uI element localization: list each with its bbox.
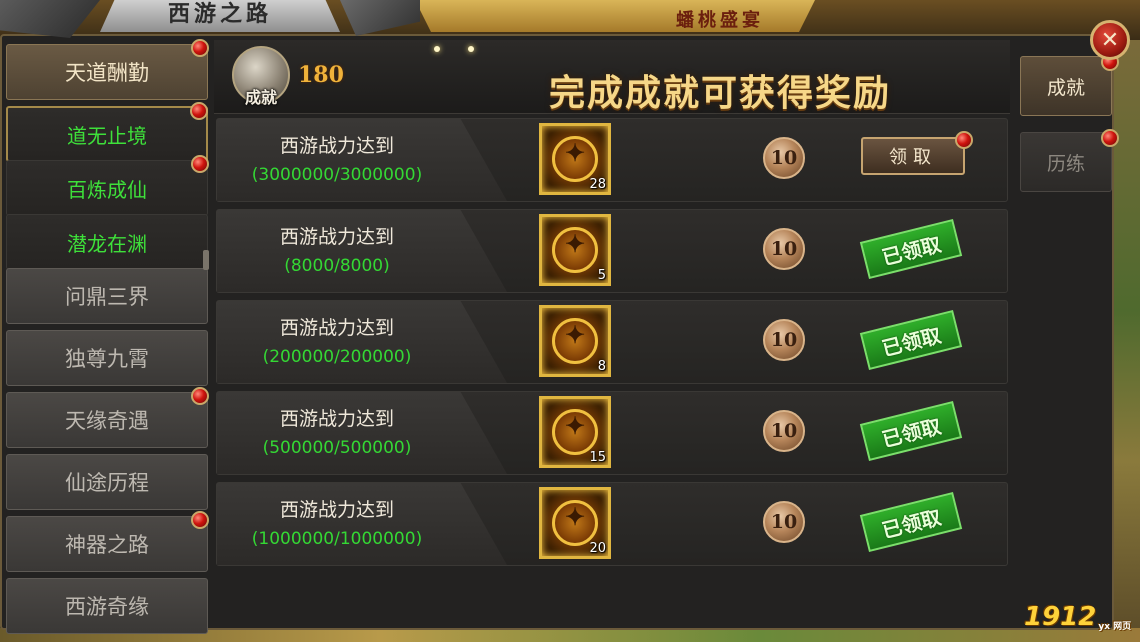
claimed-stamp: 已领取 — [859, 218, 963, 280]
window-title: 西游之路 — [167, 1, 272, 27]
achievement-points: 10 — [770, 147, 798, 169]
achievement-points-coin: 10 — [763, 228, 805, 270]
menu-item[interactable]: 问鼎三界 — [6, 268, 208, 324]
reward-item-slot[interactable]: ✦ 20 — [539, 487, 611, 559]
menu-item[interactable]: 天缘奇遇 — [6, 387, 209, 448]
reward-headline: 完成成就可获得奖励 — [548, 72, 891, 114]
achievement-name: 西游战力达到 — [279, 135, 394, 157]
achievement-score: 180 — [298, 62, 344, 88]
notification-dot-icon — [190, 102, 208, 120]
achievement-progress: (1000000/1000000) — [251, 529, 423, 549]
menu-item[interactable]: 西游奇缘 — [6, 578, 208, 634]
menu-item-label: 百炼成仙 — [67, 177, 147, 202]
achievement-points: 10 — [770, 511, 798, 533]
achievement-name: 西游战力达到 — [279, 317, 394, 339]
menu-item-label: 神器之路 — [65, 533, 149, 557]
achievement-row: 西游战力达到 (3000000/3000000) ✦ 28 10 领取 — [216, 118, 1008, 202]
reward-item-slot[interactable]: ✦ 5 — [539, 214, 611, 286]
reward-item-slot[interactable]: ✦ 8 — [539, 305, 611, 377]
achievement-points: 10 — [770, 420, 798, 442]
close-button[interactable]: ✕ — [1090, 20, 1130, 60]
reward-item-glyph-icon: ✦ — [564, 138, 586, 167]
notification-dot-icon — [191, 155, 209, 173]
achievement-points-coin: 10 — [763, 410, 805, 452]
claimed-stamp-label: 已领取 — [879, 322, 944, 361]
achievement-points: 10 — [770, 329, 798, 351]
menu-item-label: 独尊九霄 — [65, 347, 149, 371]
badge-label: 成就 — [244, 88, 277, 107]
menu-item-label: 问鼎三界 — [65, 285, 149, 309]
notification-dot-icon — [1101, 129, 1119, 147]
menu-item-label: 天缘奇遇 — [65, 409, 149, 433]
side-tab[interactable]: 成就 — [1020, 53, 1119, 116]
close-icon: ✕ — [1100, 27, 1120, 53]
achievement-name: 西游战力达到 — [279, 226, 394, 248]
claimed-stamp: 已领取 — [859, 400, 963, 462]
reward-item-glyph-icon: ✦ — [564, 320, 586, 349]
sparkle-icon — [468, 46, 474, 52]
claimed-stamp: 已领取 — [859, 309, 963, 371]
reward-item-glyph-icon: ✦ — [564, 229, 586, 258]
reward-item-slot[interactable]: ✦ 15 — [539, 396, 611, 468]
achievement-progress: (8000/8000) — [284, 256, 390, 276]
achievement-row: 西游战力达到 (200000/200000) ✦ 8 10 已领取 — [216, 300, 1008, 384]
logo-text: 1912 — [1024, 602, 1097, 632]
reward-item-glyph-icon: ✦ — [564, 411, 586, 440]
notification-dot-icon — [955, 131, 973, 149]
claimed-stamp-label: 已领取 — [879, 231, 944, 270]
reward-item-count: 8 — [597, 359, 606, 374]
notification-dot-icon — [191, 387, 209, 405]
menu-item[interactable]: 道无止境 — [6, 102, 208, 162]
menu-item-label: 道无止境 — [67, 123, 147, 148]
sparkle-icon — [434, 46, 440, 52]
menu-item-label: 西游奇缘 — [65, 595, 149, 619]
menu-item[interactable]: 百炼成仙 — [6, 155, 209, 216]
reward-item-count: 20 — [589, 541, 606, 556]
achievement-name: 西游战力达到 — [279, 408, 394, 430]
achievement-points-coin: 10 — [763, 319, 805, 361]
achievement-progress: (3000000/3000000) — [251, 165, 423, 185]
reward-item-glyph-icon: ✦ — [564, 502, 586, 531]
claim-button-label: 领取 — [889, 147, 937, 168]
menu-item[interactable]: 仙途历程 — [6, 454, 208, 510]
menu-item-label: 仙途历程 — [65, 471, 149, 495]
notification-dot-icon — [191, 39, 209, 57]
achievement-badge: 成就 — [228, 44, 294, 110]
site-logo: 1912yx 网页游戏 — [1024, 602, 1140, 642]
claimed-stamp-label: 已领取 — [879, 504, 944, 543]
claimed-stamp-label: 已领取 — [879, 413, 944, 452]
reward-item-slot[interactable]: ✦ 28 — [539, 123, 611, 195]
achievement-row: 西游战力达到 (8000/8000) ✦ 5 10 已领取 — [216, 209, 1008, 293]
achievement-name: 西游战力达到 — [279, 499, 394, 521]
achievement-points: 10 — [770, 238, 798, 260]
menu-item[interactable]: 独尊九霄 — [6, 330, 208, 386]
achievement-progress: (200000/200000) — [262, 347, 412, 367]
notification-dot-icon — [191, 511, 209, 529]
achievement-row: 西游战力达到 (1000000/1000000) ✦ 20 10 已领取 — [216, 482, 1008, 566]
side-tab[interactable]: 历练 — [1020, 129, 1119, 192]
menu-item[interactable]: 神器之路 — [6, 511, 209, 572]
achievement-row: 西游战力达到 (500000/500000) ✦ 15 10 已领取 — [216, 391, 1008, 475]
claimed-stamp: 已领取 — [859, 491, 963, 553]
side-tab-label: 成就 — [1046, 76, 1085, 99]
map-scenery-right — [1112, 40, 1140, 642]
achievement-progress: (500000/500000) — [262, 438, 412, 458]
reward-item-count: 5 — [597, 268, 606, 283]
menu-item-label: 天道酬勤 — [65, 61, 149, 85]
claim-button[interactable]: 领取 — [861, 131, 973, 175]
menu-item-label: 潜龙在渊 — [67, 231, 147, 256]
top-event-banner-text: 蟠桃盛宴 — [676, 10, 764, 31]
achievement-points-coin: 10 — [763, 501, 805, 543]
menu-item[interactable]: 天道酬勤 — [6, 39, 209, 100]
menu-item[interactable]: 潜龙在渊 — [6, 214, 208, 270]
side-tab-label: 历练 — [1046, 152, 1085, 175]
menu-scrollbar[interactable] — [203, 250, 209, 270]
achievement-points-coin: 10 — [763, 137, 805, 179]
reward-item-count: 28 — [589, 177, 606, 192]
reward-item-count: 15 — [589, 450, 606, 465]
